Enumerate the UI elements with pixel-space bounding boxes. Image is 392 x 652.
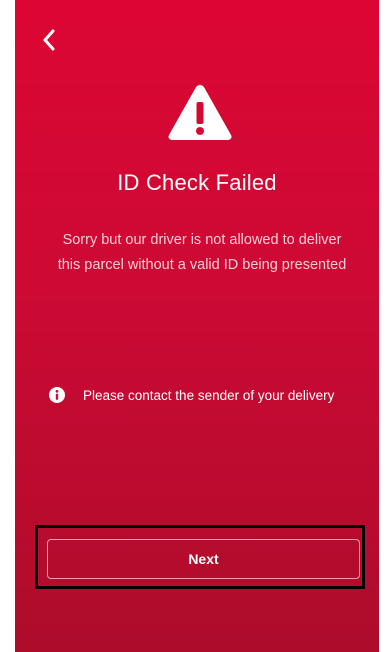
- chevron-left-icon: [43, 29, 55, 51]
- info-note: Please contact the sender of your delive…: [49, 387, 379, 403]
- next-button[interactable]: Next: [47, 539, 360, 579]
- warning-triangle-icon: [168, 85, 232, 140]
- back-button[interactable]: [37, 24, 61, 56]
- failure-message: Sorry but our driver is not allowed to d…: [57, 232, 347, 273]
- id-check-failed-screen: ID Check Failed Sorry but our driver is …: [15, 0, 379, 652]
- info-text: Please contact the sender of your delive…: [83, 387, 335, 403]
- next-button-focus-frame: Next: [35, 525, 365, 589]
- page-title: ID Check Failed: [117, 170, 277, 195]
- info-circle-icon: [49, 387, 65, 403]
